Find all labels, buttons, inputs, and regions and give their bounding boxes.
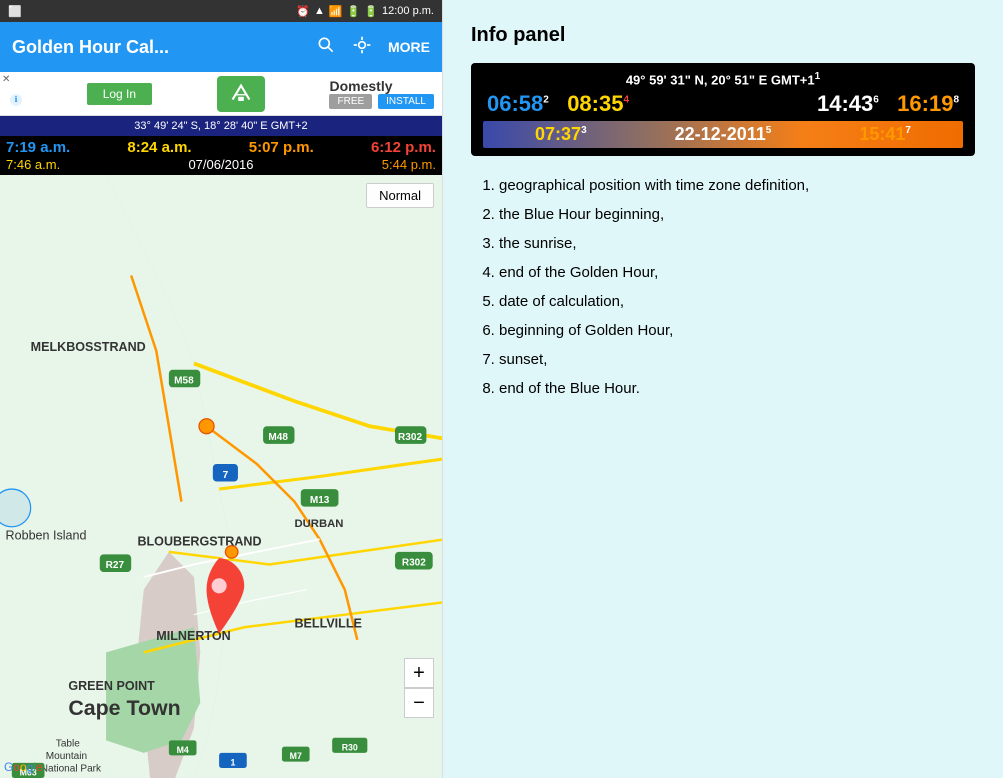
location-icon[interactable] [352,35,372,60]
svg-text:National Park: National Park [41,764,102,775]
battery-icon: 🔋 [364,5,378,18]
svg-text:GREEN POINT: GREEN POINT [68,679,155,693]
info-t3: 14:43 [817,91,873,116]
map-container: Normal [0,175,442,778]
map-mode-button[interactable]: Normal [366,183,434,208]
info-t1-sup: 2 [543,95,549,106]
info-coords-row: 49° 59' 31" N, 20° 51" E GMT+11 [483,71,963,87]
window-icon: ⬜ [8,5,22,18]
info-t4-sup: 8 [953,95,959,106]
time-2: 8:24 a.m. [127,139,191,156]
ad-action-buttons: FREE INSTALL [329,94,434,109]
time-6: 5:44 p.m. [382,157,436,172]
date-display: 07/06/2016 [188,157,253,172]
zoom-out-button[interactable]: − [404,688,434,718]
info-coords: 49° 59' 31" N, 20° 51" E GMT+1 [626,72,815,87]
ad-logo [217,76,265,112]
svg-text:BELLVILLE: BELLVILLE [294,616,361,630]
svg-text:DURBAN: DURBAN [294,518,343,530]
info-t6: 22-12-2011 [675,124,766,144]
info-t3-sup: 6 [873,95,879,106]
info-t6-sup: 5 [766,125,772,136]
time-4: 6:12 p.m. [371,139,436,156]
app-icons: MORE [316,35,430,60]
location-coords: 33° 49' 24" S, 18° 28' 40" E GMT+2 [134,120,307,132]
list-item: geographical position with time zone def… [499,172,975,199]
google-logo: Google [4,760,43,774]
info-times-row-2: 07:373 22-12-20115 15:417 [483,121,963,148]
info-list-container: geographical position with time zone def… [471,172,975,404]
info-panel-title: Info panel [471,24,975,47]
list-item: end of the Golden Hour, [499,259,975,286]
ad-brand: Domestly FREE INSTALL [329,78,434,109]
search-icon[interactable] [316,35,336,60]
svg-text:M58: M58 [174,376,194,387]
alarm-icon: ⏰ [296,5,310,18]
info-ordered-list: geographical position with time zone def… [479,172,975,402]
time-row-2: 7:46 a.m. 07/06/2016 5:44 p.m. [6,157,436,172]
location-info-bar: 33° 49' 24" S, 18° 28' 40" E GMT+2 [0,116,442,136]
info-t7: 15:41 [859,124,905,144]
more-button[interactable]: MORE [388,39,430,55]
signal-icon: 📶 [329,5,343,18]
status-bar: ⬜ ⏰ ▲ 📶 🔋 🔋 12:00 p.m. [0,0,442,22]
time-3: 5:07 p.m. [249,139,314,156]
list-item: the Blue Hour beginning, [499,201,975,228]
status-bar-left: ⬜ [8,5,22,18]
map-area[interactable]: M58 R27 7 M48 M13 R302 R302 MELKBOSSTRAN… [0,175,442,778]
list-item: date of calculation, [499,288,975,315]
ad-install-button[interactable]: INSTALL [378,94,434,109]
svg-text:R302: R302 [398,432,422,443]
svg-text:M13: M13 [310,495,330,506]
svg-text:MELKBOSSTRAND: MELKBOSSTRAND [31,340,146,354]
info-panel: Info panel 49° 59' 31" N, 20° 51" E GMT+… [443,0,1003,778]
svg-text:7: 7 [223,470,229,481]
time-5: 7:46 a.m. [6,157,60,172]
svg-text:Mountain: Mountain [46,751,87,762]
svg-text:Robben Island: Robben Island [6,528,87,542]
svg-text:BLOUBERGSTRAND: BLOUBERGSTRAND [137,535,261,549]
wifi-icon: ▲ [314,5,325,17]
ad-free-label: FREE [329,94,372,109]
info-t2: 08:35 [567,91,623,116]
svg-text:M48: M48 [268,432,288,443]
zoom-in-button[interactable]: + [404,658,434,688]
battery-percent: 🔋 [347,5,361,18]
app-header: Golden Hour Cal... MORE [0,22,442,72]
time-bar: 7:19 a.m. 8:24 a.m. 5:07 p.m. 6:12 p.m. … [0,136,442,175]
svg-text:Cape Town: Cape Town [68,696,180,720]
login-button[interactable]: Log In [87,83,152,105]
zoom-controls: + − [404,658,434,718]
info-times-row-1: 06:582 08:354 14:436 16:198 [483,91,963,117]
info-display-box: 49° 59' 31" N, 20° 51" E GMT+11 06:582 0… [471,63,975,156]
svg-text:M4: M4 [177,745,189,755]
info-t2-sup: 4 [623,95,629,106]
svg-text:R302: R302 [402,558,426,569]
time-1: 7:19 a.m. [6,139,70,156]
svg-text:1: 1 [230,757,235,767]
list-item: beginning of Golden Hour, [499,317,975,344]
svg-text:M7: M7 [290,751,302,761]
list-item: sunset, [499,346,975,373]
app-title: Golden Hour Cal... [12,37,169,58]
info-t5: 07:37 [535,124,581,144]
phone-container: ⬜ ⏰ ▲ 📶 🔋 🔋 12:00 p.m. Golden Hour Cal..… [0,0,443,778]
ad-info-button[interactable]: ℹ [10,94,22,106]
info-t1: 06:58 [487,91,543,116]
info-t7-sup: 7 [905,125,911,136]
time-row-1: 7:19 a.m. 8:24 a.m. 5:07 p.m. 6:12 p.m. [6,139,436,156]
list-item: the sunrise, [499,230,975,257]
info-coords-sup: 1 [815,71,821,82]
svg-text:R27: R27 [106,560,125,571]
svg-text:Table: Table [56,739,80,750]
ad-brand-name: Domestly [329,78,392,94]
svg-text:R30: R30 [342,742,358,752]
status-bar-right: ⏰ ▲ 📶 🔋 🔋 12:00 p.m. [296,5,434,18]
ad-banner: ✕ ℹ Log In Domestly FREE INSTALL [0,72,442,116]
list-item: end of the Blue Hour. [499,375,975,402]
time-display: 12:00 p.m. [382,5,434,17]
info-t4: 16:19 [897,91,953,116]
ad-close-button[interactable]: ✕ [2,74,10,85]
info-t5-sup: 3 [581,125,587,136]
